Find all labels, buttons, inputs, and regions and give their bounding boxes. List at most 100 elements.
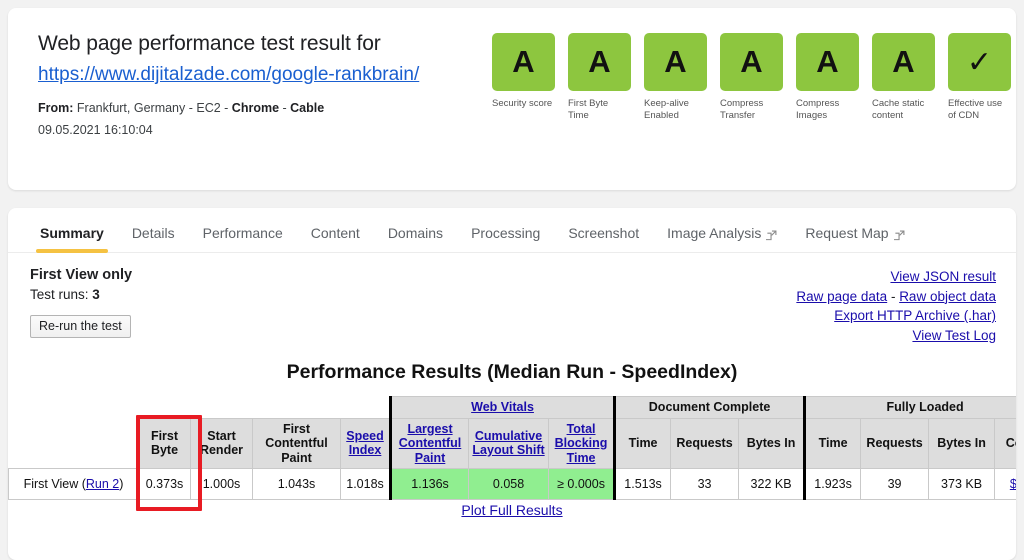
cls-link[interactable]: Cumulative Layout Shift [472, 429, 544, 458]
re-run-test-button[interactable]: Re-run the test [30, 315, 131, 338]
row-label-text-end: ) [119, 476, 124, 491]
test-runs: Test runs: 3 [30, 287, 132, 302]
grade-label: Cache static content [872, 98, 925, 121]
grade-label: First Byte Time [568, 98, 609, 121]
tab-label: Content [310, 225, 360, 241]
column-header-first-contentful-paint: First Contentful Paint [252, 417, 341, 469]
grade-item-effective-use-of-cdn[interactable]: ✓ Effective use of CDN [948, 33, 1011, 139]
cell-cost: $— [994, 468, 1016, 500]
column-header-total-blocking-time: Total Blocking Time [548, 417, 616, 469]
cell-cumulative-layout-shift: 0.058 [468, 468, 550, 500]
cell-speed-index: 1.018s [339, 468, 392, 500]
external-link-icon [764, 228, 777, 241]
tab-details[interactable]: Details [118, 225, 189, 252]
grade-value: A [720, 33, 783, 91]
tab-label: Screenshot [568, 225, 640, 241]
grade-value: A [872, 33, 935, 91]
grade-item-security-score[interactable]: A Security score [492, 33, 555, 139]
raw-page-data-link[interactable]: Raw page data [796, 289, 887, 304]
connection-value: Cable [290, 101, 325, 115]
tab-bar: Summary Details Performance Content Doma… [8, 208, 1016, 253]
tab-performance[interactable]: Performance [189, 225, 297, 252]
tab-label: Image Analysis [667, 225, 762, 241]
tab-image-analysis[interactable]: Image Analysis [653, 225, 791, 252]
tab-label: Performance [202, 225, 283, 241]
column-header-first-byte: First Byte [138, 417, 191, 469]
grade-label: Keep-alive Enabled [644, 98, 689, 121]
test-timestamp: 09.05.2021 16:10:04 [38, 123, 153, 137]
test-location-line: From: Frankfurt, Germany - EC2 - Chrome … [38, 100, 468, 117]
column-header-cumulative-layout-shift: Cumulative Layout Shift [468, 417, 550, 469]
column-header-largest-contentful-paint: Largest Contentful Paint [389, 417, 470, 469]
tab-summary[interactable]: Summary [26, 225, 118, 253]
tab-label: Processing [471, 225, 541, 241]
grade-label: Compress Transfer [720, 98, 764, 121]
test-header-card: Web page performance test result for htt… [8, 8, 1016, 190]
speed-index-link[interactable]: Speed Index [346, 429, 384, 458]
cell-first-byte: 0.373s [138, 468, 191, 500]
browser-value: Chrome [231, 101, 280, 115]
grade-value: A [644, 33, 707, 91]
tested-url-link[interactable]: https://www.dijitalzade.com/google-rankb… [38, 61, 419, 89]
performance-results-table: Web Vitals Document Complete Fully Loade… [8, 396, 1016, 500]
cell-dc-requests: 33 [670, 468, 740, 500]
cell-fl-time: 1.923s [803, 468, 862, 500]
grade-label: Effective use of CDN [948, 98, 1003, 121]
link-separator: - [887, 288, 900, 304]
external-link-icon [891, 228, 905, 241]
first-view-title: First View only [30, 267, 133, 283]
results-title: Performance Results (Median Run - SpeedI… [286, 361, 738, 383]
cost-link[interactable]: $— [1010, 477, 1016, 491]
result-links: View JSON result Raw page data - Raw obj… [796, 267, 996, 345]
plot-full-results-link[interactable]: Plot Full Results [461, 502, 562, 518]
view-json-result-link[interactable]: View JSON result [890, 269, 996, 284]
tab-screenshot[interactable]: Screenshot [554, 225, 653, 252]
tab-content[interactable]: Content [297, 225, 374, 252]
grade-item-compress-images[interactable]: A Compress Images [796, 33, 859, 139]
cell-fl-bytes-in: 373 KB [928, 468, 996, 500]
results-card: Summary Details Performance Content Doma… [8, 208, 1016, 560]
column-header-fl-bytes-in: Bytes In [928, 417, 996, 469]
column-header-start-render: Start Render [190, 417, 253, 469]
row-label-first-view: First View (Run 2) [8, 468, 139, 500]
table-row: First View (Run 2) 0.373s 1.000s 1.043s … [8, 468, 1016, 500]
view-test-log-link[interactable]: View Test Log [912, 328, 996, 343]
column-header-speed-index: Speed Index [339, 417, 392, 469]
table-group-header-row: Web Vitals Document Complete Fully Loade… [8, 396, 1016, 419]
grade-item-compress-transfer[interactable]: A Compress Transfer [720, 33, 783, 139]
column-header-dc-time: Time [613, 417, 672, 469]
grade-item-first-byte-time[interactable]: A First Byte Time [568, 33, 631, 139]
cell-largest-contentful-paint: 1.136s [389, 468, 470, 500]
group-header-web-vitals: Web Vitals [389, 396, 616, 419]
grade-value: A [568, 33, 631, 91]
column-header-dc-requests: Requests [670, 417, 740, 469]
grade-item-keep-alive-enabled[interactable]: A Keep-alive Enabled [644, 33, 707, 139]
test-runs-label: Test runs: [30, 287, 89, 302]
tab-label: Domains [387, 225, 444, 241]
tab-processing[interactable]: Processing [457, 225, 554, 252]
tab-request-map[interactable]: Request Map [791, 225, 918, 252]
group-header-document-complete: Document Complete [613, 396, 806, 419]
group-header-blank [8, 396, 391, 418]
grade-item-cache-static-content[interactable]: A Cache static content [872, 33, 935, 139]
run-link[interactable]: Run 2 [86, 477, 119, 491]
tab-label: Details [131, 225, 175, 241]
test-runs-value: 3 [92, 287, 100, 302]
tbt-link[interactable]: Total Blocking Time [555, 422, 608, 465]
cell-fl-requests: 39 [860, 468, 930, 500]
cell-dc-bytes-in: 322 KB [738, 468, 806, 500]
grade-value: A [796, 33, 859, 91]
row-label-text: First View ( [23, 476, 86, 491]
web-vitals-link[interactable]: Web Vitals [471, 400, 534, 414]
raw-object-data-link[interactable]: Raw object data [899, 289, 996, 304]
export-har-link[interactable]: Export HTTP Archive (.har) [834, 308, 996, 323]
column-header-blank [8, 418, 139, 469]
page-title: Web page performance test result for [38, 32, 381, 55]
tab-domains[interactable]: Domains [374, 225, 457, 252]
tab-label: Request Map [805, 225, 889, 241]
view-info-block: First View only Test runs: 3 Re-run the … [30, 267, 132, 345]
plot-full-results-wrap: Plot Full Results [8, 502, 1016, 518]
results-table-wrap: Web Vitals Document Complete Fully Loade… [8, 384, 1016, 500]
lcp-link[interactable]: Largest Contentful Paint [399, 422, 461, 465]
cell-dc-time: 1.513s [613, 468, 672, 500]
